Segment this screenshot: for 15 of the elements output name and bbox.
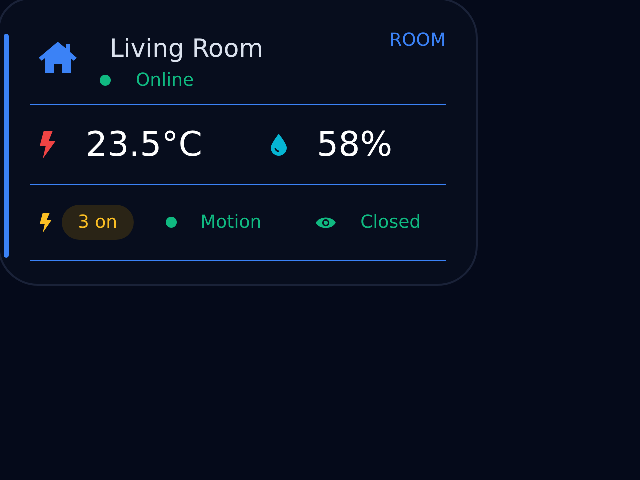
- water-drop-icon: [271, 134, 287, 156]
- bolt-icon: [40, 212, 52, 232]
- door-status: Closed: [360, 212, 422, 233]
- house-icon: [38, 40, 78, 74]
- status-dot: [100, 75, 111, 86]
- lights-count: 3 on: [62, 205, 134, 240]
- status-text: Online: [136, 70, 194, 91]
- room-label: ROOM: [390, 30, 446, 51]
- temperature-reading: 23.5°C: [86, 124, 204, 164]
- eye-icon: [314, 216, 337, 230]
- motion-status: Motion: [200, 212, 263, 233]
- room-name: Living Room: [110, 34, 264, 64]
- humidity-reading: 58%: [317, 124, 393, 164]
- bolt-icon: [40, 130, 56, 158]
- motion-dot: [166, 217, 177, 228]
